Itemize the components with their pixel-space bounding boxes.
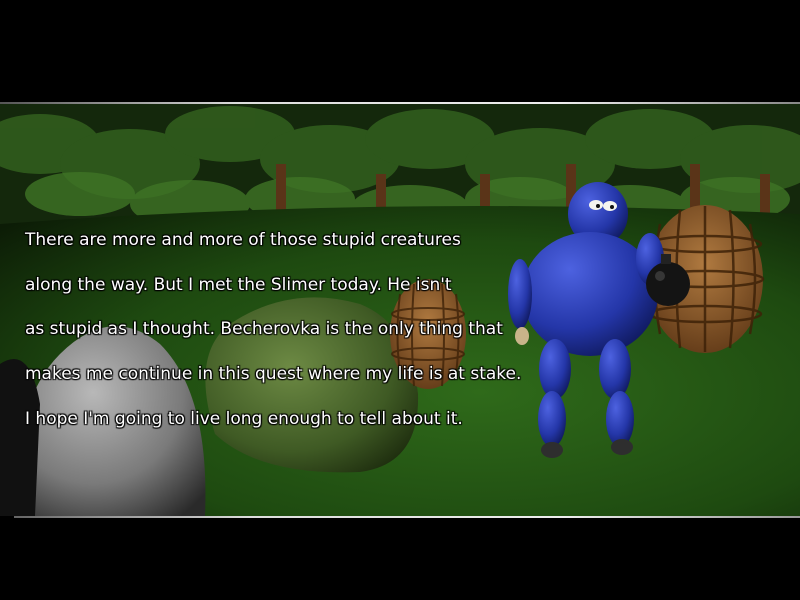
frame-line-bottom — [14, 516, 800, 518]
letterbox-top — [0, 0, 800, 102]
letterbox-bottom — [0, 519, 800, 600]
narration-line: along the way. But I met the Slimer toda… — [25, 274, 452, 295]
narration-text: There are more and more of those stupid … — [25, 207, 585, 452]
narration-line: as stupid as I thought. Becherovka is th… — [25, 319, 503, 340]
narration-line: I hope I'm going to live long enough to … — [25, 408, 463, 429]
narration-line: There are more and more of those stupid … — [25, 230, 461, 251]
narration-line: makes me continue in this quest where my… — [25, 364, 522, 385]
